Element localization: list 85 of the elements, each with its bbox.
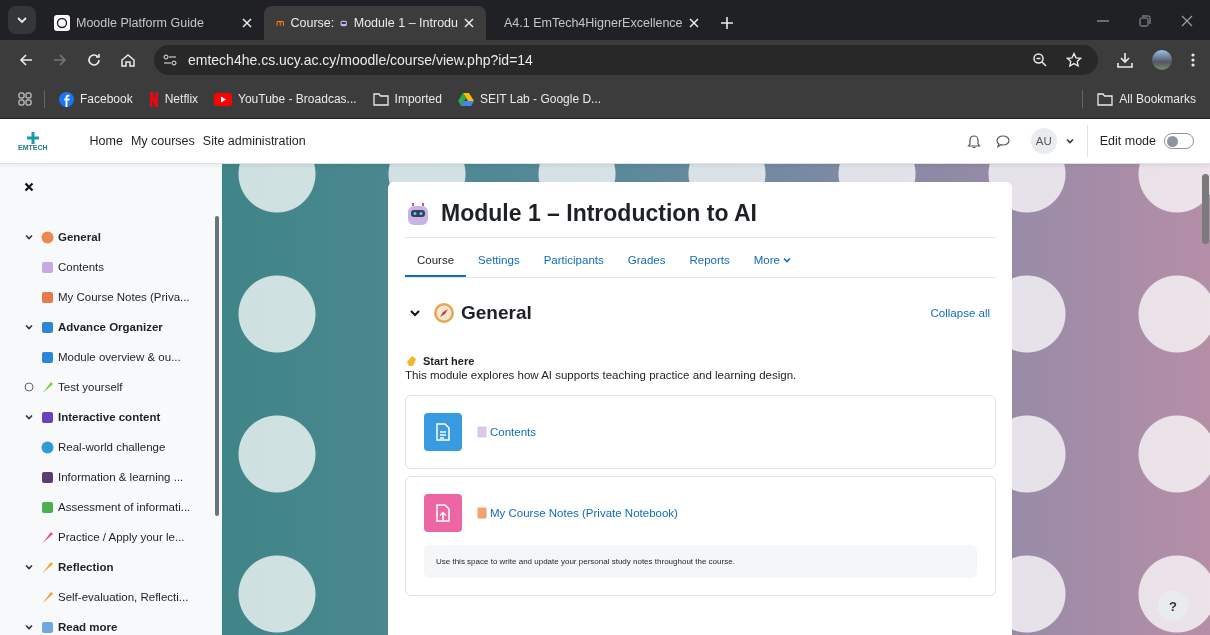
course-section-item[interactable]: Reflection [0, 552, 222, 582]
intro-heading: Start here [423, 354, 475, 367]
course-activity-item[interactable]: Real-world challenge [0, 432, 222, 462]
back-arrow-icon[interactable] [18, 52, 34, 68]
intro-text: This module explores how AI supports teaching practice and learning design. [405, 369, 798, 381]
chevron-down-icon[interactable] [409, 307, 421, 319]
bookmark[interactable]: Facebook [57, 89, 135, 109]
bookmark[interactable]: SEIT Lab - Google D... [455, 90, 604, 108]
address-bar[interactable]: emtech4he.cs.ucy.ac.cy/moodle/course/view.php?id=14 [154, 45, 1098, 75]
restore-icon[interactable] [1138, 14, 1152, 28]
tab-search-button[interactable] [8, 6, 36, 34]
forward-arrow-icon[interactable] [52, 52, 68, 68]
chevron-down-icon[interactable] [24, 322, 34, 332]
reload-icon[interactable] [86, 52, 102, 68]
browser-tab[interactable]: Course: Module 1 – Introdu [264, 6, 486, 40]
nav-link[interactable]: My courses [130, 134, 195, 148]
cross-logo-icon [25, 131, 40, 144]
course-activity-item[interactable]: Self-evaluation, Reflecti... [0, 582, 222, 612]
course-activity-item[interactable]: Practice / Apply your le... [0, 522, 222, 552]
course-activity-item[interactable]: Contents [0, 252, 222, 282]
help-button[interactable]: ? [1158, 591, 1188, 621]
assignment-activity-icon [424, 494, 462, 532]
chevron-down-icon[interactable] [24, 412, 34, 422]
course-tab[interactable]: More [741, 244, 803, 277]
apps-grid-icon[interactable] [18, 92, 32, 106]
course-tab[interactable]: Participants [531, 244, 616, 277]
course-activity-item[interactable]: My Course Notes (Priva... [0, 282, 222, 312]
course-tab[interactable]: Settings [466, 244, 532, 277]
activity-description: Use this space to write and update your personal study notes throughout the course. [424, 545, 977, 578]
collapse-all-link[interactable]: Collapse all [930, 307, 990, 319]
download-icon[interactable] [1116, 51, 1134, 69]
home-icon[interactable] [120, 52, 136, 68]
menu-icon[interactable] [1190, 52, 1196, 68]
course-activity-item[interactable]: Test yourself [0, 372, 222, 402]
bookmark[interactable]: Imported [370, 90, 444, 108]
nav-link[interactable]: Home [89, 134, 123, 148]
user-avatar[interactable]: AU [1030, 128, 1057, 154]
chevron-down-icon[interactable] [24, 232, 34, 242]
spiral-logo-icon [54, 15, 70, 31]
profile-avatar[interactable] [1152, 50, 1172, 70]
folder-icon [372, 92, 389, 106]
course-section-item[interactable]: General [0, 222, 222, 252]
zoom-out-icon[interactable] [1032, 52, 1048, 68]
bookmark[interactable]: YouTube - Broadcas... [212, 90, 359, 108]
close-icon[interactable] [1180, 14, 1194, 28]
browser-tab[interactable]: Moodle Platform Guide [42, 6, 264, 40]
activity-link[interactable]: Contents [477, 426, 537, 438]
star-icon[interactable] [1066, 52, 1082, 68]
chevron-down-icon [782, 256, 791, 264]
all-bookmarks-button[interactable]: All Bookmarks [1095, 90, 1198, 108]
course-section-item[interactable]: Read more [0, 612, 222, 635]
netflix-logo-icon [148, 91, 159, 107]
chevron-down-icon[interactable] [24, 562, 34, 572]
chevron-down-icon[interactable] [1064, 136, 1075, 146]
course-activity-item[interactable]: Assessment of informati... [0, 492, 222, 522]
close-icon[interactable] [24, 182, 34, 192]
browser-tab[interactable]: A4.1 EmTech4HignerExcellence [486, 6, 708, 40]
course-tab[interactable]: Reports [677, 244, 742, 277]
scrollbar[interactable] [215, 216, 219, 516]
youtube-logo-icon [214, 92, 233, 106]
activity-link[interactable]: My Course Notes (Private Notebook) [477, 507, 678, 519]
scrollbar[interactable] [1202, 174, 1209, 244]
plus-icon[interactable] [720, 16, 734, 30]
course-activity-item[interactable]: Module overview & ou... [0, 342, 222, 372]
bookmark[interactable]: Netflix [146, 89, 201, 109]
folder-icon [1097, 92, 1114, 106]
course-tab[interactable]: Grades [615, 244, 678, 277]
page-activity-icon [424, 413, 462, 451]
site-settings-icon[interactable] [162, 52, 178, 68]
chevron-down-icon[interactable] [24, 622, 34, 632]
bell-icon[interactable] [966, 133, 981, 149]
chat-bubble-icon[interactable] [994, 133, 1011, 149]
completion-circle-icon[interactable] [24, 382, 34, 392]
nav-link[interactable]: Site administration [202, 134, 306, 148]
course-title: Module 1 – Introduction to AI [441, 200, 757, 227]
course-tab[interactable]: Course [405, 244, 467, 277]
section-title: General [461, 302, 532, 324]
edit-mode-toggle[interactable] [1164, 133, 1194, 149]
drive-logo-icon [457, 92, 474, 106]
course-section-item[interactable]: Advance Organizer [0, 312, 222, 342]
course-activity-item[interactable]: Information & learning ... [0, 462, 222, 492]
course-section-item[interactable]: Interactive content [0, 402, 222, 432]
edit-mode-label: Edit mode [1099, 134, 1156, 148]
facebook-logo-icon [59, 91, 74, 107]
chevron-down-icon [16, 14, 28, 26]
